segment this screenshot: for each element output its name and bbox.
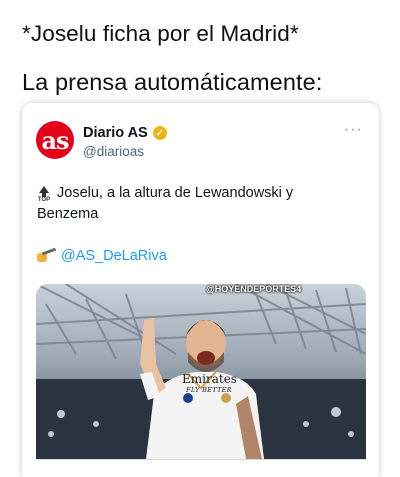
writing-hand-icon xyxy=(37,247,57,263)
tweet-card[interactable]: as Diario AS ✓ @diarioas ··· TOP Joselu,… xyxy=(22,103,379,477)
author-handle[interactable]: @diarioas xyxy=(83,144,144,159)
more-options-icon[interactable]: ··· xyxy=(344,121,363,139)
tweet-text-line-1: TOP Joselu, a la altura de Lewandowski y xyxy=(37,185,293,204)
top-arrow-icon: TOP xyxy=(37,186,51,204)
author-name-row: Diario AS ✓ xyxy=(83,125,167,141)
tweet-text: Joselu, a la altura de Lewandowski y xyxy=(57,185,294,201)
meme-caption-subtitle: La prensa automáticamente: xyxy=(22,69,323,95)
meme-caption-top: *Joselu ficha por el Madrid* xyxy=(22,21,299,46)
shirt-sponsor: Emirates FLY BETTER xyxy=(182,372,237,394)
mention-link[interactable]: @AS_DeLaRiva xyxy=(61,248,167,264)
tweet-media-image[interactable]: @HOYENDEPORTES4 Emirates FLY BETTER xyxy=(36,284,366,459)
mention-row: @AS_DeLaRiva xyxy=(37,247,167,264)
tweet-text-line-2: Benzema xyxy=(37,206,99,222)
image-watermark: @HOYENDEPORTES4 xyxy=(206,284,302,294)
avatar-logo-text: as xyxy=(41,125,69,155)
author-name[interactable]: Diario AS xyxy=(83,125,148,141)
verified-badge-icon: ✓ xyxy=(152,126,167,140)
avatar[interactable]: as xyxy=(36,121,74,159)
media-bottom-divider xyxy=(36,459,366,460)
